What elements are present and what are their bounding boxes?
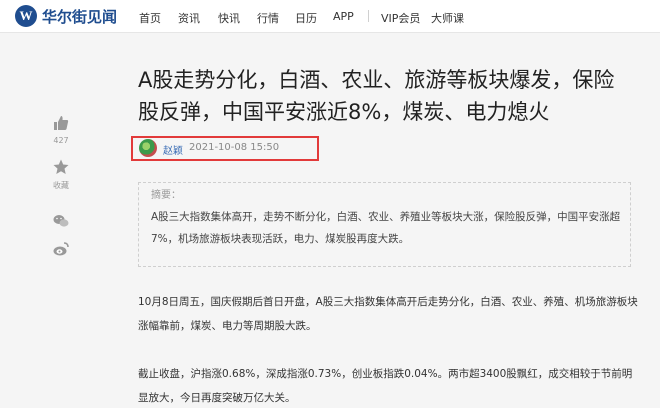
weibo-share-icon[interactable] xyxy=(52,240,70,258)
star-icon[interactable] xyxy=(52,158,70,176)
article-paragraph: 10月8日周五，国庆假期后首日开盘，A股三大指数集体高开后走势分化，白酒、农业、… xyxy=(138,296,638,332)
nav-divider xyxy=(368,10,369,22)
nav-vip[interactable]: VIP会员 xyxy=(381,10,420,26)
meta-highlight-box xyxy=(131,136,319,161)
nav-flash[interactable]: 快讯 xyxy=(218,10,240,26)
wechat-share-icon[interactable] xyxy=(52,212,70,230)
nav-news[interactable]: 资讯 xyxy=(178,10,200,26)
nav-market[interactable]: 行情 xyxy=(257,10,279,26)
nav-master-class[interactable]: 大师课 xyxy=(431,10,464,26)
article-summary: 摘要： A股三大指数集体高开，走势不断分化，白酒、农业、养殖业等板块大涨，保险股… xyxy=(138,182,631,267)
site-logo[interactable]: W 华尔街见闻 xyxy=(15,5,117,27)
logo-text: 华尔街见闻 xyxy=(42,7,118,26)
article-paragraph: 截止收盘，沪指涨0.68%，深成指涨0.73%，创业板指跌0.04%。两市超34… xyxy=(138,368,633,404)
nav-calendar[interactable]: 日历 xyxy=(295,10,317,26)
nav-home[interactable]: 首页 xyxy=(139,10,161,26)
like-count: 427 xyxy=(53,136,69,145)
summary-text: A股三大指数集体高开，走势不断分化，白酒、农业、养殖业等板块大涨，保险股反弹，中… xyxy=(151,211,621,245)
top-nav-bar: W 华尔街见闻 首页 资讯 快讯 行情 日历 APP VIP会员 大师课 xyxy=(0,0,660,33)
favorite-label: 收藏 xyxy=(53,181,69,190)
article-title: A股走势分化，白酒、农业、旅游等板块爆发，保险股反弹，中国平安涨近8%，煤炭、电… xyxy=(138,68,615,124)
summary-label: 摘要： xyxy=(151,190,181,201)
nav-app[interactable]: APP xyxy=(333,10,354,23)
logo-mark: W xyxy=(15,5,37,27)
thumbs-up-icon[interactable] xyxy=(52,114,70,132)
